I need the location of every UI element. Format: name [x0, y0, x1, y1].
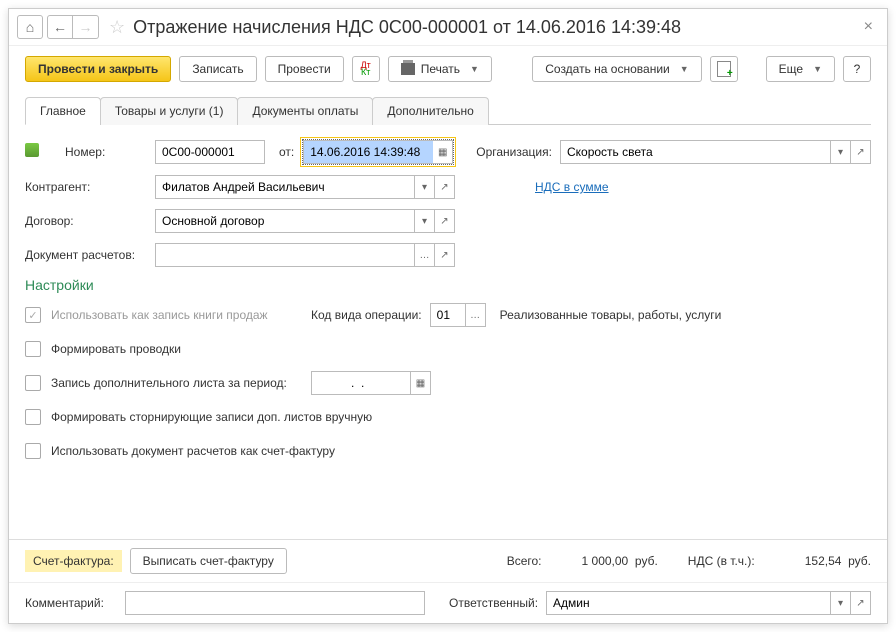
counterparty-dropdown[interactable]: ▾: [415, 175, 435, 199]
cb-storno[interactable]: [25, 409, 41, 425]
responsible-input[interactable]: [546, 591, 831, 615]
titlebar: ⌂ ← → ☆ Отражение начисления НДС 0С00-00…: [9, 9, 887, 46]
tab-goods[interactable]: Товары и услуги (1): [100, 97, 239, 125]
forward-button[interactable]: →: [73, 15, 99, 39]
footer: Счет-фактура: Выписать счет-фактуру Всег…: [9, 539, 887, 623]
label-org: Организация:: [476, 145, 552, 159]
tabs: Главное Товары и услуги (1) Документы оп…: [25, 96, 871, 125]
label-contract: Договор:: [25, 214, 155, 228]
back-button[interactable]: ←: [47, 15, 73, 39]
counterparty-input[interactable]: [155, 175, 415, 199]
more-label: Еще: [779, 62, 803, 76]
help-button[interactable]: ?: [843, 56, 871, 82]
window-title: Отражение начисления НДС 0С00-000001 от …: [133, 17, 858, 38]
dt-kt-button[interactable]: ДтКт: [352, 56, 380, 82]
vat-currency: руб.: [848, 554, 871, 568]
label-invoice: Счет-фактура:: [25, 550, 122, 572]
label-op-type: Код вида операции:: [311, 308, 422, 322]
chevron-down-icon: ▼: [680, 64, 689, 74]
label-extra-sheet: Запись дополнительного листа за период:: [51, 376, 311, 390]
responsible-open[interactable]: ↗: [851, 591, 871, 615]
tab-extra[interactable]: Дополнительно: [372, 97, 488, 125]
totals: Всего: 1 000,00 руб. НДС (в т.ч.): 152,5…: [507, 554, 871, 568]
total-value: 1 000,00: [582, 554, 629, 568]
settlement-doc-select[interactable]: …: [415, 243, 435, 267]
contract-dropdown[interactable]: ▾: [415, 209, 435, 233]
cb-sales-book[interactable]: ✓: [25, 307, 41, 323]
chevron-down-icon: ▼: [470, 64, 479, 74]
based-on-label: Создать на основании: [545, 62, 670, 76]
print-button[interactable]: Печать ▼: [388, 56, 492, 82]
tab-payments[interactable]: Документы оплаты: [237, 97, 373, 125]
post-and-close-button[interactable]: Провести и закрыть: [25, 56, 171, 82]
print-label: Печать: [421, 62, 460, 76]
number-input[interactable]: [155, 140, 265, 164]
label-comment: Комментарий:: [25, 596, 125, 610]
document-icon: [717, 61, 731, 77]
calendar-button[interactable]: ▦: [433, 140, 453, 164]
contract-input[interactable]: [155, 209, 415, 233]
document-status-icon: [25, 143, 43, 161]
responsible-dropdown[interactable]: ▾: [831, 591, 851, 615]
op-desc: Реализованные товары, работы, услуги: [500, 308, 722, 322]
label-responsible: Ответственный:: [449, 596, 538, 610]
label-sales-book: Использовать как запись книги продаж: [51, 308, 311, 322]
cb-extra-sheet[interactable]: [25, 375, 41, 391]
post-button[interactable]: Провести: [265, 56, 344, 82]
label-number: Номер:: [65, 145, 155, 159]
more-button[interactable]: Еще ▼: [766, 56, 835, 82]
date-input[interactable]: [303, 140, 433, 164]
contract-open[interactable]: ↗: [435, 209, 455, 233]
toolbar: Провести и закрыть Записать Провести ДтК…: [9, 46, 887, 96]
create-based-on-button[interactable]: Создать на основании ▼: [532, 56, 701, 82]
home-button[interactable]: ⌂: [17, 15, 43, 39]
chevron-down-icon: ▼: [813, 64, 822, 74]
settlement-doc-open[interactable]: ↗: [435, 243, 455, 267]
extra-period-calendar[interactable]: ▦: [411, 371, 431, 395]
vat-in-sum-link[interactable]: НДС в сумме: [535, 180, 609, 194]
label-counterparty: Контрагент:: [25, 180, 155, 194]
org-input[interactable]: [560, 140, 831, 164]
close-button[interactable]: ×: [858, 18, 879, 36]
label-from: от:: [279, 145, 294, 159]
comment-input[interactable]: [125, 591, 425, 615]
op-code-select[interactable]: …: [466, 303, 486, 327]
printer-icon: [401, 63, 415, 75]
settlement-doc-input[interactable]: [155, 243, 415, 267]
tab-main[interactable]: Главное: [25, 97, 101, 125]
window: ⌂ ← → ☆ Отражение начисления НДС 0С00-00…: [8, 8, 888, 624]
counterparty-open[interactable]: ↗: [435, 175, 455, 199]
settings-section-title: Настройки: [25, 277, 871, 293]
label-form-postings: Формировать проводки: [51, 342, 181, 356]
date-input-group: ▦: [302, 139, 454, 165]
write-invoice-button[interactable]: Выписать счет-фактуру: [130, 548, 287, 574]
save-button[interactable]: Записать: [179, 56, 256, 82]
org-dropdown[interactable]: ▾: [831, 140, 851, 164]
total-currency: руб.: [635, 554, 658, 568]
label-storno: Формировать сторнирующие записи доп. лис…: [51, 410, 372, 424]
org-open[interactable]: ↗: [851, 140, 871, 164]
form-main: Номер: от: ▦ Организация: ▾ ↗ Контрагент…: [9, 125, 887, 539]
label-settlement-doc: Документ расчетов:: [25, 248, 155, 262]
cb-use-settlement-invoice[interactable]: [25, 443, 41, 459]
favorite-icon[interactable]: ☆: [109, 17, 125, 38]
vat-label: НДС (в т.ч.):: [688, 554, 755, 568]
vat-value: 152,54: [805, 554, 842, 568]
cb-form-postings[interactable]: [25, 341, 41, 357]
extra-period-input[interactable]: [311, 371, 411, 395]
total-label: Всего:: [507, 554, 542, 568]
label-use-settlement-invoice: Использовать документ расчетов как счет-…: [51, 444, 335, 458]
new-document-button[interactable]: [710, 56, 738, 82]
op-code-input[interactable]: [430, 303, 466, 327]
